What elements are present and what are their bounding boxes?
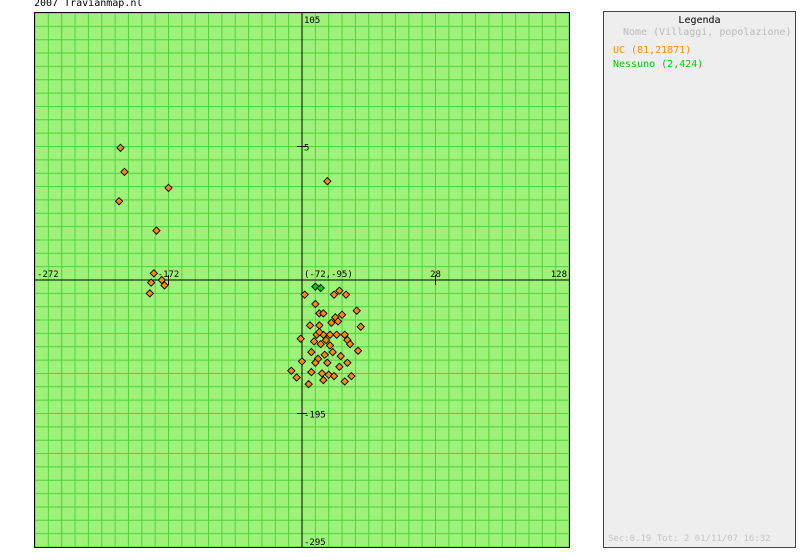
y-axis-tick-label: 105 bbox=[304, 16, 320, 26]
village-marker-uc[interactable] bbox=[337, 310, 347, 319]
y-axis-tick-label: -195 bbox=[304, 411, 326, 421]
village-marker-uc[interactable] bbox=[325, 341, 335, 350]
village-marker-uc[interactable] bbox=[149, 269, 159, 278]
village-marker-uc[interactable] bbox=[320, 350, 329, 359]
village-marker-uc[interactable] bbox=[116, 143, 125, 153]
legend-title: Legenda bbox=[678, 15, 721, 26]
village-marker-uc[interactable] bbox=[145, 289, 155, 298]
map-area[interactable]: -272 -172 28 128 105 5 -195 -295 (-72,-95) bbox=[34, 12, 570, 548]
village-marker-uc[interactable] bbox=[307, 367, 316, 377]
village-marker-uc[interactable] bbox=[323, 176, 332, 186]
map-title: 2007 Travianmap.nl bbox=[34, 0, 143, 9]
village-marker-uc[interactable] bbox=[332, 330, 341, 339]
x-axis-tick-label: 128 bbox=[551, 270, 567, 280]
legend-panel: Legenda Nome (Villaggi, popolazione) UC … bbox=[603, 11, 796, 548]
legend-footer: Sec:0.19 Tot: 2 01/11/07 16:32 bbox=[608, 534, 771, 544]
legend-entry-nessuno[interactable]: Nessuno (2,424) bbox=[613, 59, 703, 70]
village-marker-uc[interactable] bbox=[164, 183, 173, 193]
map-canvas[interactable]: -272 -172 28 1281055-195-295(-72,-95) bbox=[35, 13, 569, 547]
x-axis-tick-label: -272 bbox=[37, 270, 59, 280]
y-axis-tick-label: 5 bbox=[304, 144, 309, 154]
village-marker-uc[interactable] bbox=[296, 334, 305, 343]
village-marker-uc[interactable] bbox=[114, 196, 124, 206]
village-marker-uc[interactable] bbox=[309, 337, 319, 346]
village-marker-uc[interactable] bbox=[120, 167, 129, 177]
legend-subtitle: Nome (Villaggi, popolazione) bbox=[623, 27, 792, 38]
village-marker-uc[interactable] bbox=[292, 373, 301, 382]
village-marker-uc[interactable] bbox=[341, 290, 351, 299]
x-axis-tick-label: 28 bbox=[430, 270, 441, 280]
village-marker-uc[interactable] bbox=[329, 290, 339, 299]
village-marker-uc[interactable] bbox=[336, 351, 345, 361]
legend-entry-uc[interactable]: UC (81,21871) bbox=[613, 45, 691, 56]
village-marker-uc[interactable] bbox=[317, 369, 327, 378]
village-marker-uc[interactable] bbox=[297, 357, 307, 366]
village-marker-uc[interactable] bbox=[352, 306, 361, 315]
village-marker-uc[interactable] bbox=[307, 347, 316, 357]
village-marker-uc[interactable] bbox=[152, 226, 161, 235]
y-axis-tick-label: -295 bbox=[304, 538, 326, 547]
village-marker-uc[interactable] bbox=[328, 347, 337, 357]
village-marker-uc[interactable] bbox=[356, 322, 365, 331]
village-marker-uc[interactable] bbox=[305, 321, 315, 330]
village-marker-uc[interactable] bbox=[319, 375, 328, 385]
center-coordinate-label: (-72,-95) bbox=[304, 270, 353, 280]
